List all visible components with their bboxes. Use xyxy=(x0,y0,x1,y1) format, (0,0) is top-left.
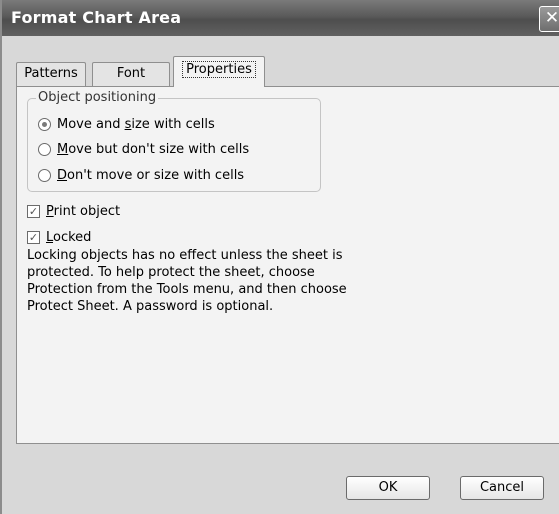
cancel-button[interactable]: Cancel xyxy=(460,476,544,500)
close-icon: ✕ xyxy=(544,8,559,28)
radio-move-and-size[interactable]: Move and size with cells xyxy=(38,114,215,134)
group-legend: Object positioning xyxy=(36,90,159,105)
title-bar[interactable]: Format Chart Area ✕ xyxy=(2,0,559,36)
print-object-label: Print object xyxy=(46,203,121,219)
radio-dont-move-or-size[interactable]: Don't move or size with cells xyxy=(38,165,244,185)
ok-label: OK xyxy=(378,480,398,495)
tab-font[interactable]: Font xyxy=(92,62,170,86)
locked-label: Locked xyxy=(46,229,92,245)
note-line: Protect Sheet. A password is optional. xyxy=(27,299,274,314)
ok-button[interactable]: OK xyxy=(346,476,430,500)
close-button[interactable]: ✕ xyxy=(539,6,559,32)
radio-button[interactable] xyxy=(38,117,51,131)
radio-button[interactable] xyxy=(38,142,51,156)
print-object-checkbox-row[interactable]: ✓ Print object xyxy=(27,201,120,221)
print-object-checkbox[interactable]: ✓ xyxy=(27,204,40,218)
radio-move-no-size[interactable]: Move but don't size with cells xyxy=(38,139,249,159)
locked-checkbox[interactable]: ✓ xyxy=(27,230,40,244)
note-line: Protection from the Tools menu, and then… xyxy=(27,282,347,297)
locking-note: Locking objects has no effect unless the… xyxy=(27,247,367,315)
tab-font-label: Font xyxy=(116,66,146,81)
tab-properties-label: Properties xyxy=(182,61,256,78)
format-chart-area-dialog: Format Chart Area ✕ Patterns Font Proper… xyxy=(0,0,559,514)
cancel-label: Cancel xyxy=(479,480,525,495)
object-positioning-group: Object positioning Move and size with ce… xyxy=(27,90,321,192)
note-line: Locking objects has no effect unless the… xyxy=(27,248,343,263)
radio-button[interactable] xyxy=(38,168,51,182)
radio-label: Don't move or size with cells xyxy=(57,167,245,183)
tab-patterns-label: Patterns xyxy=(24,66,78,81)
radio-label: Move but don't size with cells xyxy=(57,141,250,157)
note-line: protected. To help protect the sheet, ch… xyxy=(27,265,315,280)
properties-panel: Object positioning Move and size with ce… xyxy=(16,86,559,444)
locked-checkbox-row[interactable]: ✓ Locked xyxy=(27,227,91,247)
tab-patterns[interactable]: Patterns xyxy=(16,62,86,86)
tab-properties[interactable]: Properties xyxy=(173,56,265,87)
dialog-title: Format Chart Area xyxy=(11,8,182,27)
radio-label: Move and size with cells xyxy=(57,116,215,132)
